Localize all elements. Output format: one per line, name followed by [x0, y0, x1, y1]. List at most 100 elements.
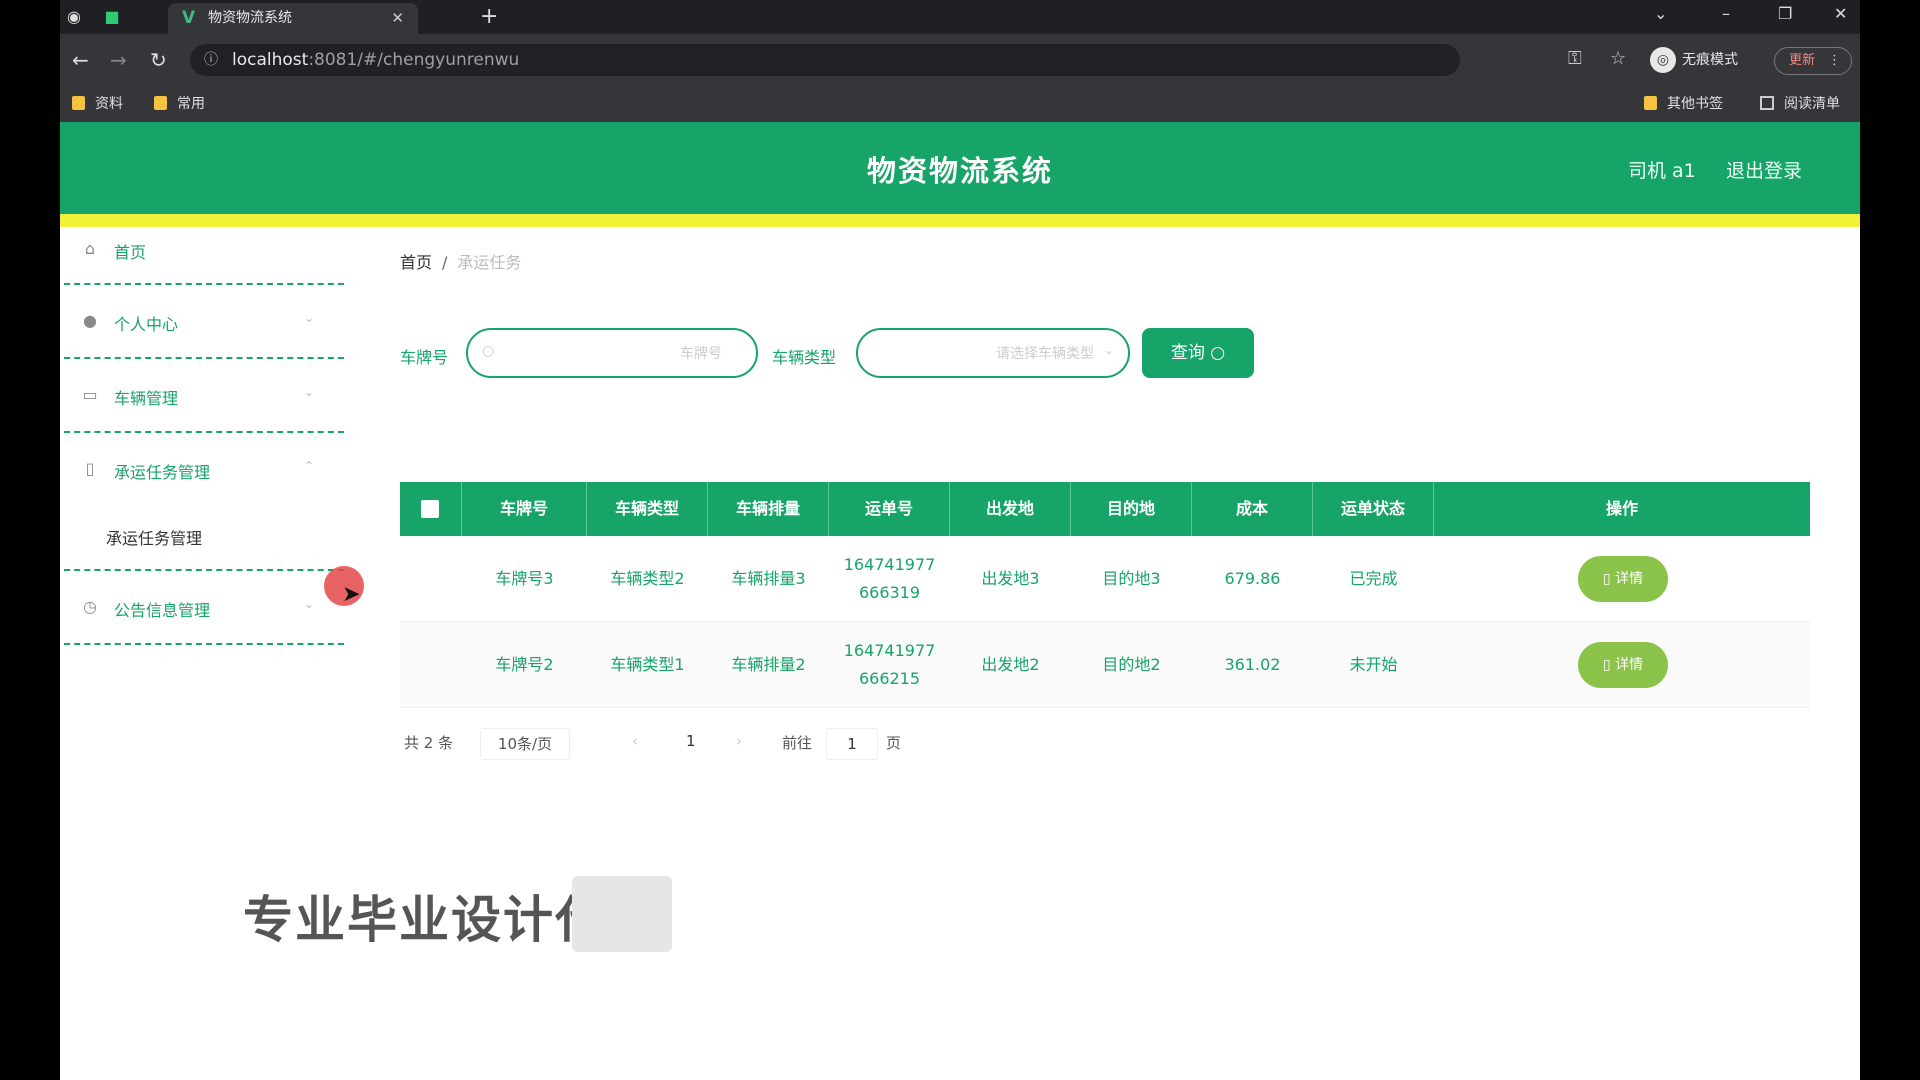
url-path: :8081/#/chengyunrenwu	[308, 50, 520, 70]
column-header: 车牌号	[462, 482, 587, 536]
user-icon: ●	[83, 311, 97, 330]
query-button[interactable]: 查询 ○	[1142, 328, 1254, 378]
bookmark-folder[interactable]: 资料	[72, 94, 123, 114]
breadcrumb-current: 承运任务	[457, 253, 522, 272]
search-icon: ○	[482, 343, 495, 359]
breadcrumb: 首页 / 承运任务	[400, 249, 521, 273]
back-icon[interactable]: ←	[72, 47, 89, 73]
vehicle-type-placeholder: 请选择车辆类型	[996, 346, 1094, 362]
cell-waybill: 164741977 666215	[843, 641, 936, 688]
incognito-icon: ◎	[1650, 47, 1676, 73]
bookmark-folder[interactable]: 常用	[154, 94, 205, 114]
chevron-down-icon: ⌄	[1103, 343, 1114, 357]
next-page-icon[interactable]: ›	[736, 732, 742, 750]
incognito-label: 无痕模式	[1682, 52, 1738, 68]
chevron-down-icon: ⌄	[303, 597, 314, 611]
tab-active[interactable]: V 物资物流系统 ✕	[168, 3, 418, 34]
chevron-down-icon: ⌄	[303, 385, 314, 399]
close-tab-icon[interactable]: ✕	[391, 3, 404, 34]
breadcrumb-home[interactable]: 首页	[400, 253, 432, 272]
folder-icon	[1644, 96, 1657, 110]
incognito-indicator[interactable]: ◎ 无痕模式	[1650, 46, 1738, 74]
cell-waybill: 164741977 666319	[843, 555, 936, 602]
bookmarks-bar: 资料 常用 其他书签 阅读清单	[60, 86, 1860, 122]
minimize-icon[interactable]: –	[1722, 4, 1730, 23]
sidebar-item-vehicles[interactable]: ▭ 车辆管理 ⌄	[64, 385, 344, 455]
sidebar-subitem-task-management[interactable]: 承运任务管理	[106, 525, 202, 549]
site-info-icon[interactable]: ⓘ	[204, 44, 218, 76]
other-bookmarks[interactable]: 其他书签	[1644, 94, 1723, 114]
cell-origin: 出发地2	[981, 655, 1040, 674]
current-user: 司机 a1	[1628, 160, 1696, 182]
plate-input[interactable]: ○ 车牌号	[466, 328, 758, 378]
detail-button[interactable]: ▯ 详情	[1578, 642, 1668, 688]
table-row[interactable]: 车牌号2 车辆类型1 车辆排量2 164741977 666215 出发地2 目的…	[400, 622, 1810, 708]
column-header: 出发地	[950, 482, 1071, 536]
key-icon[interactable]: ⚿	[1568, 48, 1582, 69]
table-row[interactable]: 车牌号3 车辆类型2 车辆排量3 164741977 666319 出发地3 目的…	[400, 536, 1810, 622]
detail-icon: ▯	[1602, 571, 1611, 587]
sidebar-divider	[64, 569, 344, 571]
address-bar-row: ← → ↻ ⓘ localhost:8081/#/chengyunrenwu ⚿…	[60, 34, 1860, 86]
column-header: 车辆排量	[708, 482, 829, 536]
task-icon: ▯	[85, 459, 95, 478]
sidebar-divider	[64, 283, 344, 285]
reading-list-icon	[1760, 96, 1774, 110]
menu-dots-icon[interactable]: ⋮	[1828, 48, 1841, 74]
logout-link[interactable]: 退出登录	[1726, 156, 1802, 183]
pagination-total: 共 2 条	[404, 734, 454, 752]
cell-status: 已完成	[1349, 569, 1398, 588]
vue-logo-icon: V	[182, 8, 196, 28]
forward-icon[interactable]: →	[110, 47, 127, 73]
new-tab-icon[interactable]: +	[480, 4, 498, 29]
tab-title: 物资物流系统	[208, 10, 292, 26]
vehicle-type-select[interactable]: 请选择车辆类型 ⌄	[856, 328, 1130, 378]
cell-type: 车辆类型1	[610, 655, 685, 674]
pinned-tab-icon[interactable]: ■	[102, 7, 122, 27]
column-header: 运单号	[829, 482, 950, 536]
sidebar-item-tasks[interactable]: ▯ 承运任务管理 ⌃	[64, 459, 344, 529]
reading-list[interactable]: 阅读清单	[1760, 94, 1840, 114]
url-field[interactable]: ⓘ localhost:8081/#/chengyunrenwu	[190, 44, 1460, 76]
vehicle-icon: ▭	[82, 385, 98, 404]
sidebar-divider	[64, 431, 344, 433]
chevron-down-icon: ⌄	[303, 311, 314, 325]
close-window-icon[interactable]: ✕	[1834, 4, 1847, 23]
page-size-select[interactable]: 10条/页	[480, 728, 570, 760]
bookmark-star-icon[interactable]: ☆	[1610, 48, 1626, 69]
browser-globe-icon[interactable]: ◉	[64, 7, 84, 27]
sidebar-item-notices[interactable]: ◷ 公告信息管理 ⌄	[64, 597, 344, 667]
select-all-checkbox[interactable]	[421, 500, 439, 518]
cell-origin: 出发地3	[981, 569, 1040, 588]
folder-icon	[154, 96, 167, 110]
reload-icon[interactable]: ↻	[150, 47, 167, 73]
update-button[interactable]: 更新 ⋮	[1774, 47, 1852, 75]
cell-cost: 361.02	[1224, 655, 1281, 674]
detail-button[interactable]: ▯ 详情	[1578, 556, 1668, 602]
page-number[interactable]: 1	[686, 732, 696, 750]
tab-search-icon[interactable]: ⌄	[1654, 4, 1667, 23]
column-header: 操作	[1605, 499, 1638, 518]
app-title: 物资物流系统	[866, 154, 1053, 188]
watermark-text: 专业毕业设计代	[243, 891, 607, 949]
update-label: 更新	[1789, 53, 1816, 68]
plate-placeholder: 车牌号	[680, 346, 722, 362]
column-header: 目的地	[1071, 482, 1192, 536]
goto-page-input[interactable]: 1	[826, 728, 878, 760]
restore-icon[interactable]: ❐	[1778, 4, 1792, 23]
mouse-cursor-icon: ➤	[342, 582, 361, 607]
plate-label: 车牌号	[400, 348, 449, 367]
column-header: 成本	[1192, 482, 1313, 536]
sidebar-item-home[interactable]: ⌂ 首页	[64, 239, 344, 309]
url-host: localhost	[232, 50, 309, 70]
folder-icon	[72, 96, 85, 110]
sidebar-divider	[64, 643, 344, 645]
watermark-blur	[572, 876, 672, 952]
prev-page-icon[interactable]: ‹	[632, 732, 638, 750]
table-header: 车牌号 车辆类型 车辆排量 运单号 出发地 目的地 成本 运单状态 操作	[400, 482, 1810, 536]
select-all-cell	[400, 482, 462, 536]
home-icon: ⌂	[84, 239, 96, 258]
cell-destination: 目的地3	[1102, 569, 1161, 588]
goto-label: 前往	[782, 734, 813, 752]
sidebar-item-profile[interactable]: ● 个人中心 ⌄	[64, 311, 344, 381]
